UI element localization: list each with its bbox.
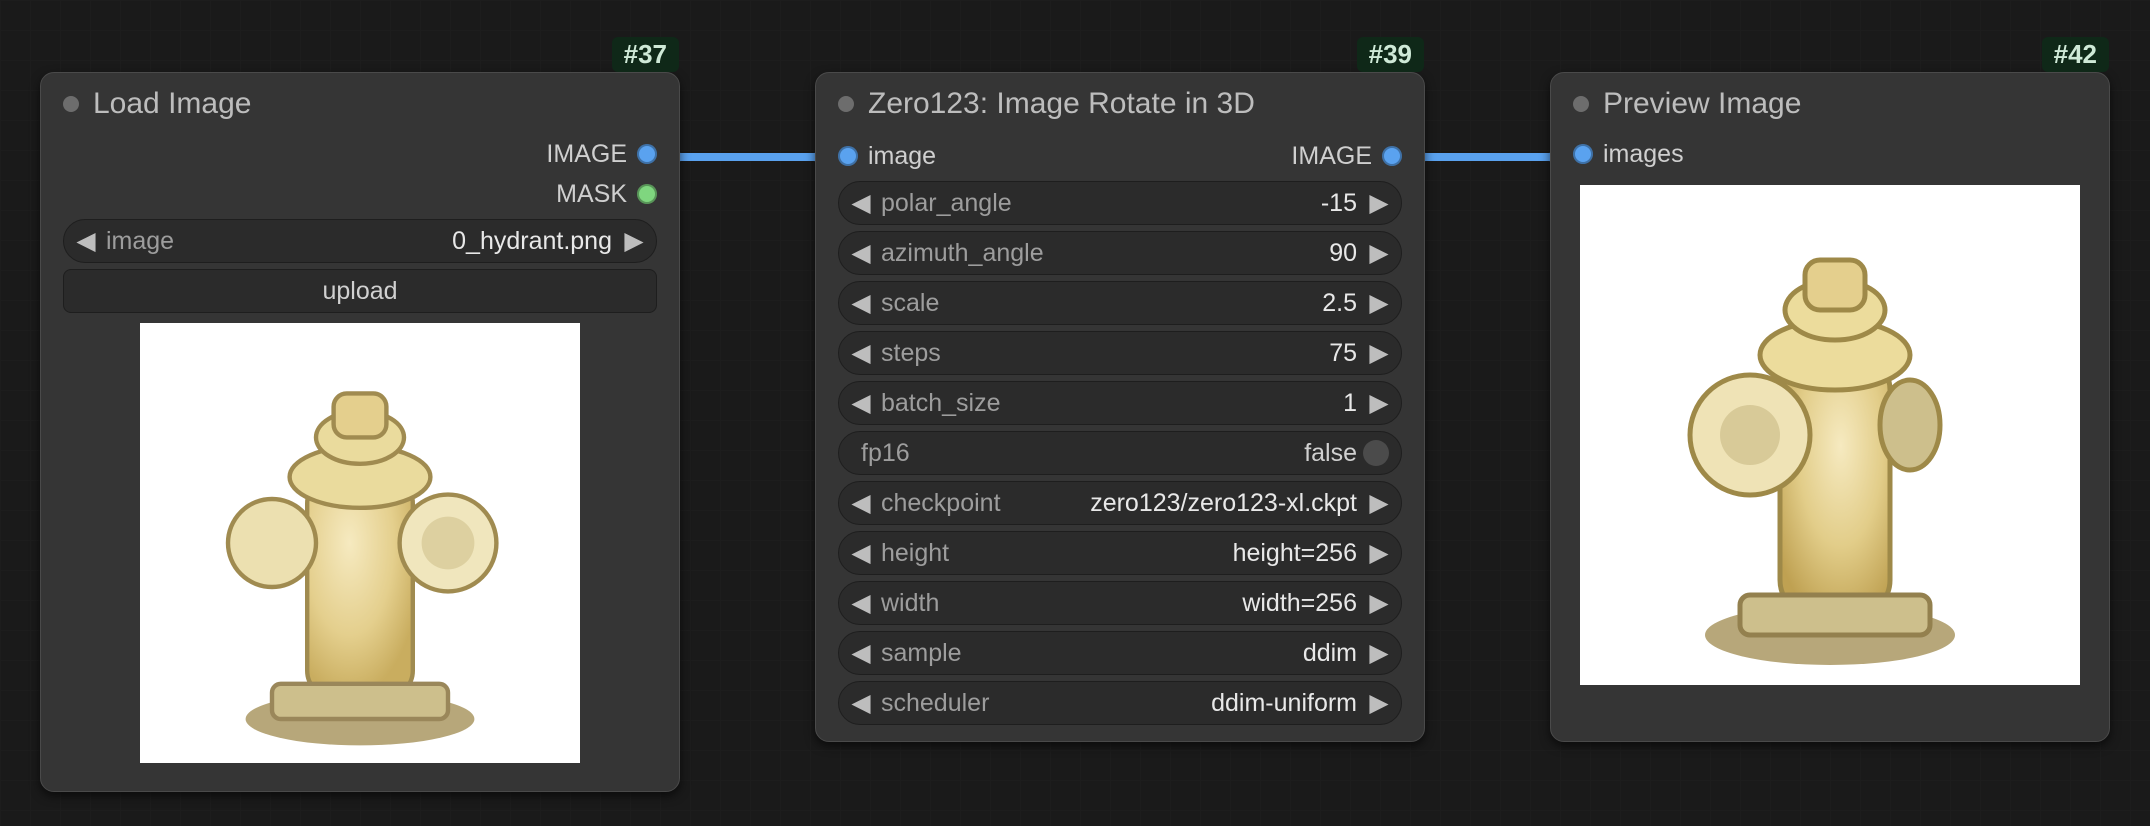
widget-value: width=256 [945, 589, 1365, 618]
widget-label: checkpoint [875, 489, 1007, 518]
node-id-badge: #39 [1357, 37, 1424, 72]
chevron-left-icon[interactable]: ◀ [847, 238, 875, 268]
chevron-right-icon[interactable]: ▶ [1365, 538, 1393, 568]
button-label: upload [322, 277, 397, 306]
widget-label: width [875, 589, 945, 618]
chevron-right-icon[interactable]: ▶ [1365, 188, 1393, 218]
widget-azimuth-angle[interactable]: ◀ azimuth_angle 90 ▶ [838, 231, 1402, 275]
widget-scheduler[interactable]: ◀ scheduler ddim-uniform ▶ [838, 681, 1402, 725]
widget-label: fp16 [847, 439, 916, 468]
chevron-right-icon[interactable]: ▶ [620, 226, 648, 256]
chevron-left-icon[interactable]: ◀ [847, 388, 875, 418]
widget-steps[interactable]: ◀ steps 75 ▶ [838, 331, 1402, 375]
port-label: MASK [556, 180, 627, 209]
widget-label: batch_size [875, 389, 1007, 418]
input-port-image[interactable] [838, 146, 858, 166]
output-image-preview [1580, 185, 2080, 685]
widget-value: 90 [1050, 239, 1365, 268]
output-port-mask[interactable]: MASK [41, 175, 679, 215]
collapse-toggle-icon[interactable] [1573, 96, 1589, 112]
port-dot-icon[interactable] [637, 184, 657, 204]
node-title: Zero123: Image Rotate in 3D [868, 87, 1255, 121]
widget-batch-size[interactable]: ◀ batch_size 1 ▶ [838, 381, 1402, 425]
widget-label: image [100, 227, 180, 256]
widget-polar-angle[interactable]: ◀ polar_angle -15 ▶ [838, 181, 1402, 225]
chevron-left-icon[interactable]: ◀ [847, 188, 875, 218]
chevron-left-icon[interactable]: ◀ [847, 638, 875, 668]
chevron-left-icon[interactable]: ◀ [847, 588, 875, 618]
chevron-right-icon[interactable]: ▶ [1365, 338, 1393, 368]
node-title: Load Image [93, 87, 251, 121]
chevron-right-icon[interactable]: ▶ [1365, 238, 1393, 268]
chevron-right-icon[interactable]: ▶ [1365, 638, 1393, 668]
io-row: image IMAGE [816, 135, 1424, 177]
port-label: IMAGE [1291, 142, 1372, 171]
widget-value: 0_hydrant.png [180, 227, 620, 256]
file-selector[interactable]: ◀ image 0_hydrant.png ▶ [63, 219, 657, 263]
node-preview-image[interactable]: #42 Preview Image images [1550, 72, 2110, 742]
collapse-toggle-icon[interactable] [838, 96, 854, 112]
widget-label: steps [875, 339, 947, 368]
collapse-toggle-icon[interactable] [63, 96, 79, 112]
chevron-left-icon[interactable]: ◀ [72, 226, 100, 256]
chevron-left-icon[interactable]: ◀ [847, 688, 875, 718]
chevron-right-icon[interactable]: ▶ [1365, 688, 1393, 718]
widget-label: polar_angle [875, 189, 1018, 218]
widget-label: scale [875, 289, 945, 318]
widget-value: ddim-uniform [995, 689, 1365, 718]
node-title: Preview Image [1603, 87, 1801, 121]
widget-value: height=256 [955, 539, 1365, 568]
hydrant-rotated-image-icon [1580, 185, 2080, 685]
widget-value: 2.5 [945, 289, 1365, 318]
widget-label: azimuth_angle [875, 239, 1050, 268]
widget-value: false [916, 439, 1363, 468]
input-image-preview [140, 323, 580, 763]
chevron-left-icon[interactable]: ◀ [847, 538, 875, 568]
output-port-image[interactable] [1382, 146, 1402, 166]
hydrant-image-icon [140, 323, 580, 763]
widget-value: 1 [1007, 389, 1365, 418]
widget-label: sample [875, 639, 968, 668]
node-header[interactable]: Zero123: Image Rotate in 3D [816, 73, 1424, 135]
node-header[interactable]: Preview Image [1551, 73, 2109, 135]
chevron-right-icon[interactable]: ▶ [1365, 388, 1393, 418]
node-id-badge: #37 [612, 37, 679, 72]
chevron-left-icon[interactable]: ◀ [847, 488, 875, 518]
widget-scale[interactable]: ◀ scale 2.5 ▶ [838, 281, 1402, 325]
widget-sample[interactable]: ◀ sample ddim ▶ [838, 631, 1402, 675]
node-load-image[interactable]: #37 Load Image IMAGE MASK ◀ image 0_hydr… [40, 72, 680, 792]
node-id-badge: #42 [2042, 37, 2109, 72]
chevron-right-icon[interactable]: ▶ [1365, 588, 1393, 618]
chevron-left-icon[interactable]: ◀ [847, 288, 875, 318]
widget-value: ddim [968, 639, 1365, 668]
widget-value: -15 [1018, 189, 1365, 218]
toggle-icon[interactable] [1363, 440, 1389, 466]
widget-checkpoint[interactable]: ◀ checkpoint zero123/zero123-xl.ckpt ▶ [838, 481, 1402, 525]
widget-value: zero123/zero123-xl.ckpt [1007, 489, 1365, 518]
node-header[interactable]: Load Image [41, 73, 679, 135]
widget-label: scheduler [875, 689, 995, 718]
port-label: IMAGE [546, 140, 627, 169]
port-dot-icon[interactable] [637, 144, 657, 164]
output-port-image[interactable]: IMAGE [41, 135, 679, 175]
widget-value: 75 [947, 339, 1365, 368]
chevron-right-icon[interactable]: ▶ [1365, 488, 1393, 518]
port-label: images [1603, 140, 1684, 169]
chevron-right-icon[interactable]: ▶ [1365, 288, 1393, 318]
upload-button[interactable]: upload [63, 269, 657, 313]
widget-label: height [875, 539, 955, 568]
widget-height[interactable]: ◀ height height=256 ▶ [838, 531, 1402, 575]
chevron-left-icon[interactable]: ◀ [847, 338, 875, 368]
port-dot-icon[interactable] [1573, 144, 1593, 164]
node-zero123[interactable]: #39 Zero123: Image Rotate in 3D image IM… [815, 72, 1425, 742]
port-label: image [868, 142, 936, 171]
input-port-images[interactable]: images [1551, 135, 2109, 175]
widget-fp16[interactable]: fp16 false [838, 431, 1402, 475]
widget-width[interactable]: ◀ width width=256 ▶ [838, 581, 1402, 625]
